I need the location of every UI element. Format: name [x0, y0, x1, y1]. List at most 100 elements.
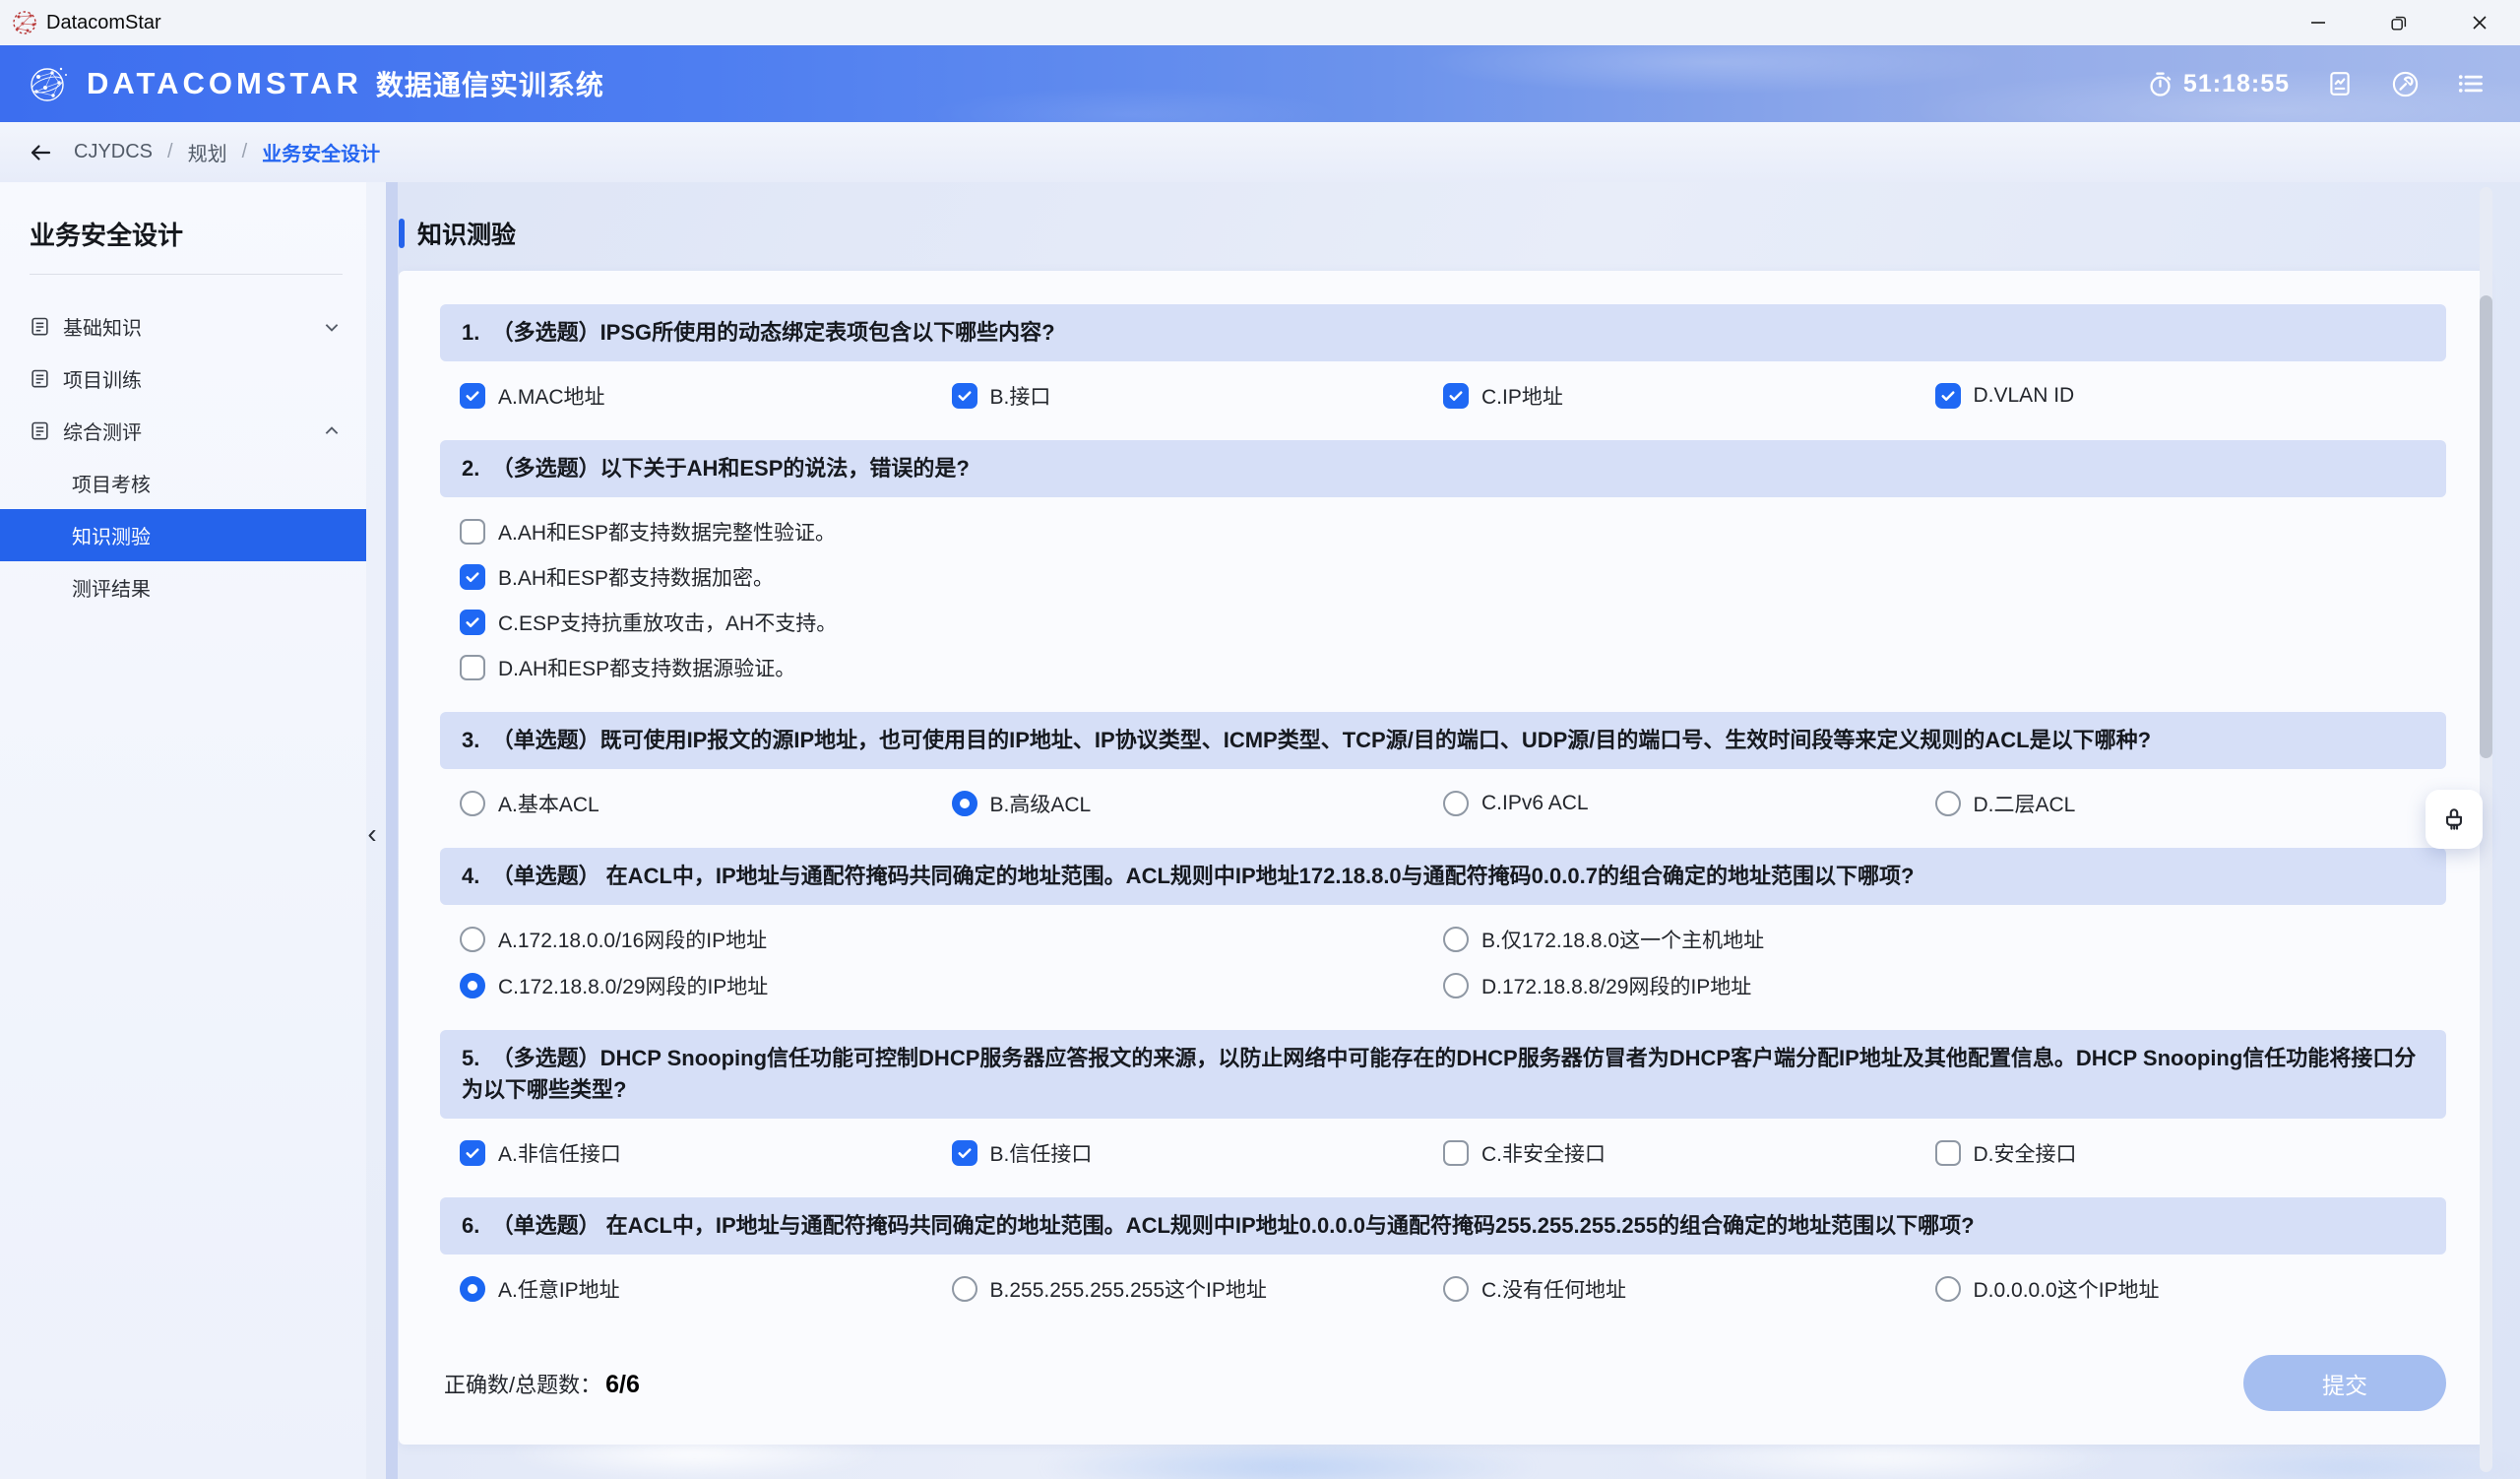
sidebar-item-project-assessment[interactable]: 项目考核 [0, 457, 366, 509]
white-globe-network-icon [26, 61, 71, 106]
sidebar-item-comprehensive-eval[interactable]: 综合测评 [0, 405, 366, 457]
app-header: DATACOMSTAR 数据通信实训系统 51:18:55 [0, 45, 2520, 122]
option-label: A.AH和ESP都支持数据完整性验证。 [498, 517, 836, 547]
sidebar-item-label: 综合测评 [63, 417, 142, 445]
q4-option-C[interactable]: C.172.18.8.0/29网段的IP地址 [460, 971, 1443, 1000]
radio-unselected-icon[interactable] [1443, 973, 1469, 998]
checkbox-selected-icon[interactable] [460, 564, 485, 590]
question-1: 1. （多选题）IPSG所使用的动态绑定表项包含以下哪些内容? A.MAC地址B.… [440, 304, 2446, 411]
menu-button[interactable] [2455, 69, 2485, 98]
check-icon [1447, 387, 1465, 405]
clear-answers-button[interactable] [2426, 790, 2483, 849]
q1-option-B[interactable]: B.接口 [952, 381, 1444, 411]
breadcrumb-item-planning[interactable]: 规划 [188, 138, 227, 166]
checkbox-selected-icon[interactable] [460, 1140, 485, 1166]
checkbox-unselected-icon[interactable] [460, 519, 485, 545]
q4-option-A[interactable]: A.172.18.0.0/16网段的IP地址 [460, 925, 1443, 954]
q6-option-D[interactable]: D.0.0.0.0这个IP地址 [1935, 1274, 2427, 1304]
radio-selected-icon[interactable] [460, 973, 485, 998]
close-button[interactable] [2439, 0, 2520, 45]
q4-option-D[interactable]: D.172.18.8.8/29网段的IP地址 [1443, 971, 2426, 1000]
scrollbar-thumb[interactable] [2480, 295, 2492, 758]
question-options: A.基本ACL B.高级ACLC.IPv6 ACLD.二层ACL [440, 769, 2446, 818]
q1-option-D[interactable]: D.VLAN ID [1935, 381, 2427, 411]
sidebar-item-knowledge-quiz[interactable]: 知识测验 [0, 509, 366, 561]
sidebar-item-project-training[interactable]: 项目训练 [0, 353, 366, 405]
report-icon [2326, 70, 2354, 97]
q5-option-B[interactable]: B.信任接口 [952, 1138, 1444, 1168]
restore-button[interactable] [2359, 0, 2439, 45]
q5-option-C[interactable]: C.非安全接口 [1443, 1138, 1935, 1168]
q2-option-D[interactable]: D.AH和ESP都支持数据源验证。 [460, 653, 2426, 682]
check-icon [464, 1144, 481, 1162]
radio-selected-icon[interactable] [952, 791, 977, 816]
document-icon [30, 316, 50, 337]
q2-option-C[interactable]: C.ESP支持抗重放攻击，AH不支持。 [460, 608, 2426, 637]
radio-unselected-icon[interactable] [1935, 791, 1961, 816]
q4-option-B[interactable]: B.仅172.18.8.0这一个主机地址 [1443, 925, 2426, 954]
back-button[interactable] [28, 140, 53, 165]
q3-option-C[interactable]: C.IPv6 ACL [1443, 789, 1935, 818]
q1-option-A[interactable]: A.MAC地址 [460, 381, 952, 411]
score-summary: 正确数/总题数：6/6 [444, 1368, 640, 1399]
q3-option-B[interactable]: B.高级ACL [952, 789, 1444, 818]
radio-unselected-icon[interactable] [952, 1276, 977, 1302]
title-accent-bar [399, 219, 405, 248]
check-icon [956, 1144, 974, 1162]
q1-option-C[interactable]: C.IP地址 [1443, 381, 1935, 411]
question-options: A.任意IP地址B.255.255.255.255这个IP地址C.没有任何地址D… [440, 1254, 2446, 1304]
sidebar-item-eval-results[interactable]: 测评结果 [0, 561, 366, 613]
checkbox-selected-icon[interactable] [952, 1140, 977, 1166]
checkbox-unselected-icon[interactable] [460, 655, 485, 680]
sidebar-divider [30, 274, 343, 275]
report-button[interactable] [2325, 69, 2355, 98]
option-label: C.非安全接口 [1481, 1138, 1606, 1168]
back-arrow-icon [28, 140, 53, 165]
q2-option-B[interactable]: B.AH和ESP都支持数据加密。 [460, 562, 2426, 592]
radio-unselected-icon[interactable] [1443, 791, 1469, 816]
option-label: D.安全接口 [1974, 1138, 2077, 1168]
sidebar-collapse-handle[interactable]: ‹ [360, 817, 384, 851]
submit-button[interactable]: 提交 [2243, 1355, 2446, 1411]
radio-unselected-icon[interactable] [1443, 1276, 1469, 1302]
checkbox-selected-icon[interactable] [952, 383, 977, 409]
question-header: 1. （多选题）IPSG所使用的动态绑定表项包含以下哪些内容? [440, 304, 2446, 361]
check-icon [1939, 387, 1957, 405]
radio-unselected-icon[interactable] [460, 927, 485, 952]
checkbox-unselected-icon[interactable] [1443, 1140, 1469, 1166]
option-label: A.172.18.0.0/16网段的IP地址 [498, 925, 767, 954]
sidebar-item-label: 项目训练 [63, 364, 142, 393]
document-icon [30, 420, 50, 441]
q3-option-D[interactable]: D.二层ACL [1935, 789, 2427, 818]
q5-option-A[interactable]: A.非信任接口 [460, 1138, 952, 1168]
checkbox-selected-icon[interactable] [1443, 383, 1469, 409]
q6-option-A[interactable]: A.任意IP地址 [460, 1274, 952, 1304]
radio-unselected-icon[interactable] [460, 791, 485, 816]
checkbox-selected-icon[interactable] [1935, 383, 1961, 409]
option-label: A.基本ACL [498, 789, 599, 818]
radio-unselected-icon[interactable] [1935, 1276, 1961, 1302]
tools-button[interactable] [2390, 69, 2420, 98]
sidebar-subitem-label: 项目考核 [72, 469, 151, 497]
checkbox-selected-icon[interactable] [460, 383, 485, 409]
q6-option-C[interactable]: C.没有任何地址 [1443, 1274, 1935, 1304]
question-4: 4. （单选题） 在ACL中，IP地址与通配符掩码共同确定的地址范围。ACL规则… [440, 848, 2446, 1000]
minimize-button[interactable] [2278, 0, 2359, 45]
sidebar-title: 业务安全设计 [0, 208, 366, 274]
app-title: DatacomStar [46, 12, 161, 34]
option-label: B.信任接口 [990, 1138, 1093, 1168]
breadcrumb-separator: / [167, 141, 173, 163]
breadcrumb-item-cjydcs[interactable]: CJYDCS [74, 141, 153, 163]
sidebar-item-basics[interactable]: 基础知识 [0, 300, 366, 353]
q3-option-A[interactable]: A.基本ACL [460, 789, 952, 818]
q2-option-A[interactable]: A.AH和ESP都支持数据完整性验证。 [460, 517, 2426, 547]
q5-option-D[interactable]: D.安全接口 [1935, 1138, 2427, 1168]
checkbox-unselected-icon[interactable] [1935, 1140, 1961, 1166]
breadcrumb-item-current[interactable]: 业务安全设计 [262, 138, 380, 166]
q6-option-B[interactable]: B.255.255.255.255这个IP地址 [952, 1274, 1444, 1304]
radio-unselected-icon[interactable] [1443, 927, 1469, 952]
option-label: B.AH和ESP都支持数据加密。 [498, 562, 774, 592]
exam-timer: 51:18:55 [2147, 70, 2290, 98]
radio-selected-icon[interactable] [460, 1276, 485, 1302]
checkbox-selected-icon[interactable] [460, 610, 485, 635]
